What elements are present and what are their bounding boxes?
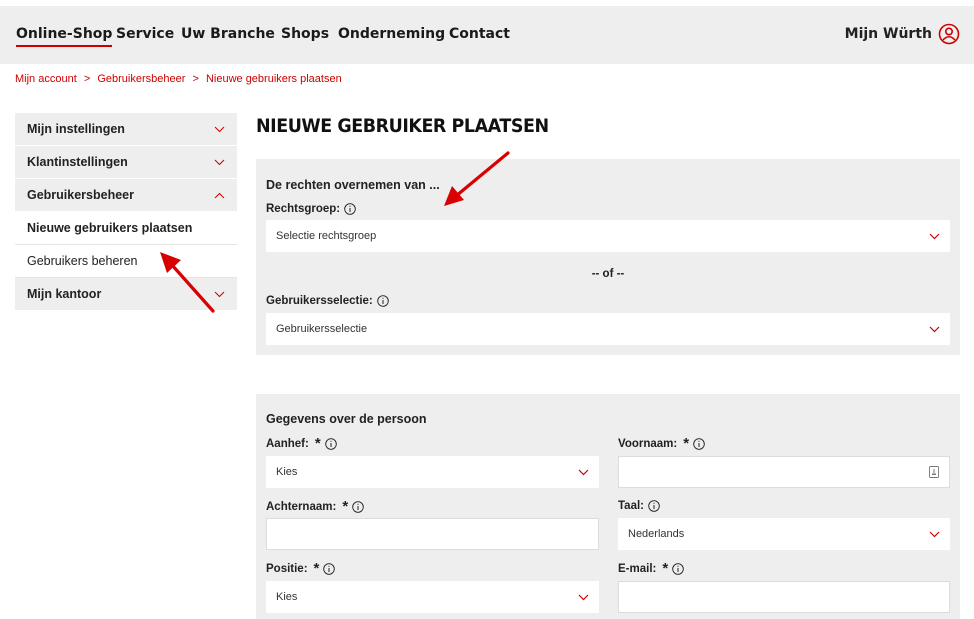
autofill-icon[interactable] xyxy=(929,466,939,478)
taal-label: Taal: xyxy=(618,500,660,512)
chevron-down-icon xyxy=(929,233,940,239)
sidebar-item-label: Nieuwe gebruikers plaatsen xyxy=(27,221,193,235)
voornaam-label-text: Voornaam: xyxy=(618,437,678,450)
aanhef-label: Aanhef: * xyxy=(266,435,337,452)
aanhef-label-text: Aanhef: xyxy=(266,437,309,450)
annotation-arrow-sidebar xyxy=(160,252,215,313)
required-mark: * xyxy=(683,435,690,452)
achternaam-label: Achternaam: * xyxy=(266,498,364,515)
positie-label-text: Positie: xyxy=(266,562,308,575)
taal-select-value: Nederlands xyxy=(628,528,685,540)
achternaam-label-text: Achternaam: xyxy=(266,500,337,513)
info-icon[interactable] xyxy=(377,295,389,307)
breadcrumb: Mijn account > Gebruikersbeheer > Nieuwe… xyxy=(15,73,346,85)
sidebar-item-label: Mijn kantoor xyxy=(27,287,102,301)
nav-uw-branche[interactable]: Uw Branche xyxy=(181,26,275,42)
chevron-down-icon xyxy=(929,326,940,332)
page-title: NIEUWE GEBRUIKER PLAATSEN xyxy=(256,115,549,137)
user-icon xyxy=(938,23,960,45)
account-label: Mijn Würth xyxy=(844,26,932,42)
chevron-down-icon xyxy=(214,159,225,165)
info-icon[interactable] xyxy=(352,500,364,513)
voornaam-input[interactable] xyxy=(618,456,950,488)
aanhef-select-value: Kies xyxy=(276,466,298,478)
gebruikersselectie-label-text: Gebruikersselectie: xyxy=(266,295,373,307)
positie-select-value: Kies xyxy=(276,591,298,603)
info-icon[interactable] xyxy=(648,500,660,512)
positie-select[interactable]: Kies xyxy=(266,581,599,613)
achternaam-input[interactable] xyxy=(266,518,599,550)
positie-label: Positie: * xyxy=(266,560,336,577)
info-icon[interactable] xyxy=(672,562,684,575)
sidebar-item-label: Gebruikersbeheer xyxy=(27,188,134,202)
taal-select[interactable]: Nederlands xyxy=(618,518,950,550)
sidebar-item-label: Klantinstellingen xyxy=(27,155,128,169)
account-menu[interactable]: Mijn Würth xyxy=(845,23,960,45)
breadcrumb-current[interactable]: Nieuwe gebruikers plaatsen xyxy=(206,73,342,85)
annotation-arrow-rechtsgroep xyxy=(444,151,510,206)
nav-onderneming[interactable]: Onderneming xyxy=(338,26,445,42)
email-label: E-mail: * xyxy=(618,560,684,577)
breadcrumb-mijn-account[interactable]: Mijn account xyxy=(15,73,77,85)
sidebar-item-label: Gebruikers beheren xyxy=(27,254,138,268)
info-icon[interactable] xyxy=(344,203,356,215)
rights-heading: De rechten overnemen van ... xyxy=(266,178,440,192)
chevron-up-icon xyxy=(214,192,225,198)
aanhef-select[interactable]: Kies xyxy=(266,456,599,488)
taal-label-text: Taal: xyxy=(618,500,644,512)
gebruikersselectie-label: Gebruikersselectie: xyxy=(266,295,389,307)
chevron-down-icon xyxy=(578,594,589,600)
info-icon[interactable] xyxy=(324,437,337,450)
nav-shops[interactable]: Shops xyxy=(281,26,329,42)
email-input[interactable] xyxy=(618,581,950,613)
sidebar-item-label: Mijn instellingen xyxy=(27,122,125,136)
sidebar-item-klantinstellingen[interactable]: Klantinstellingen xyxy=(15,146,237,179)
nav-service[interactable]: Service xyxy=(116,26,174,42)
info-icon[interactable] xyxy=(693,437,705,450)
chevron-down-icon xyxy=(214,126,225,132)
required-mark: * xyxy=(342,498,349,515)
required-mark: * xyxy=(662,560,669,577)
info-icon[interactable] xyxy=(323,562,336,575)
chevron-down-icon xyxy=(929,531,940,537)
rechtsgroep-label-text: Rechtsgroep: xyxy=(266,203,341,215)
sidebar-item-mijn-instellingen[interactable]: Mijn instellingen xyxy=(15,113,237,146)
email-label-text: E-mail: xyxy=(618,562,657,575)
sidebar-item-gebruikersbeheer[interactable]: Gebruikersbeheer xyxy=(15,179,237,212)
breadcrumb-separator: > xyxy=(192,73,199,85)
rechtsgroep-label: Rechtsgroep: xyxy=(266,203,356,215)
required-mark: * xyxy=(313,560,320,577)
person-panel: Gegevens over de persoon Aanhef: * Kies … xyxy=(256,394,960,619)
sidebar-item-nieuwe-gebruikers[interactable]: Nieuwe gebruikers plaatsen xyxy=(15,212,237,245)
or-divider: -- of -- xyxy=(591,268,625,280)
breadcrumb-gebruikersbeheer[interactable]: Gebruikersbeheer xyxy=(97,73,185,85)
rechtsgroep-select[interactable]: Selectie rechtsgroep xyxy=(266,220,950,252)
chevron-down-icon xyxy=(578,469,589,475)
nav-online-shop[interactable]: Online-Shop xyxy=(16,26,113,47)
rights-panel: De rechten overnemen van ... Rechtsgroep… xyxy=(256,159,960,355)
breadcrumb-separator: > xyxy=(83,73,91,85)
gebruikersselectie-select[interactable]: Gebruikersselectie xyxy=(266,313,950,345)
gebruikersselectie-select-value: Gebruikersselectie xyxy=(276,323,368,335)
person-heading: Gegevens over de persoon xyxy=(266,412,427,426)
voornaam-label: Voornaam: * xyxy=(618,435,705,452)
rechtsgroep-select-value: Selectie rechtsgroep xyxy=(276,230,377,242)
nav-contact[interactable]: Contact xyxy=(449,26,510,42)
required-mark: * xyxy=(314,435,321,452)
top-navigation: Online-Shop Service Uw Branche Shops Ond… xyxy=(0,6,974,64)
